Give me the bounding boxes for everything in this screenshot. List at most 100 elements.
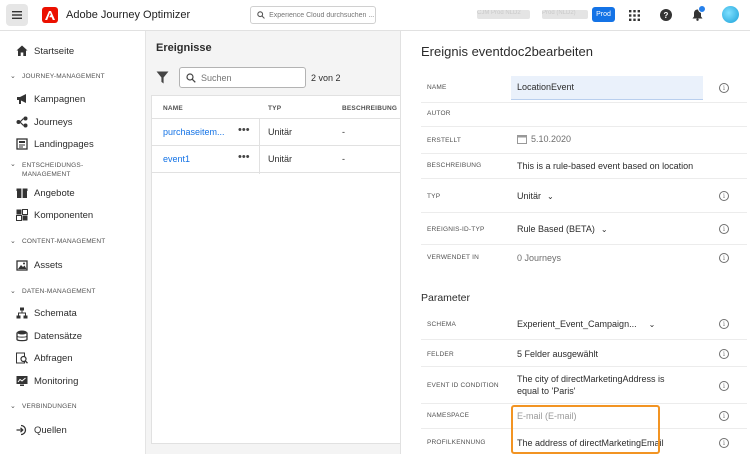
description-value[interactable]: This is a rule-based event based on loca…: [517, 160, 693, 172]
type-dropdown[interactable]: Unitär ⌄: [517, 190, 554, 203]
more-actions-icon[interactable]: •••: [238, 151, 250, 163]
sidebar-section-decision-management[interactable]: ⌄ ENTSCHEIDUNGS- MANAGEMENT: [10, 161, 83, 179]
global-search-input[interactable]: [269, 11, 375, 19]
profile-id-label: PROFILKENNUNG: [427, 439, 486, 446]
sidebar-item-home[interactable]: Startseite: [16, 44, 74, 58]
divider: [421, 244, 747, 245]
table-row[interactable]: event1 ••• Unitär -: [152, 145, 401, 172]
org-name[interactable]: CJM Prod NLD2: [477, 10, 530, 19]
dataset-icon: [16, 330, 28, 342]
name-label: NAME: [427, 84, 447, 91]
event-id-condition-label: EVENT ID CONDITION: [427, 382, 499, 389]
sidebar-section-content-management[interactable]: ⌄ CONTENT-MANAGEMENT: [10, 238, 105, 246]
type-label: TYP: [427, 193, 441, 200]
column-header-type[interactable]: TYP: [268, 105, 281, 112]
app-title: Adobe Journey Optimizer: [66, 9, 191, 21]
sidebar-section-connections[interactable]: ⌄ VERBINDUNGEN: [10, 403, 77, 411]
sandbox-name[interactable]: Prod (NLD2): [542, 10, 588, 19]
landing-page-icon: [16, 138, 28, 150]
event-type: Unitär: [268, 127, 293, 137]
chevron-down-icon: ⌄: [547, 192, 554, 201]
menu-icon[interactable]: [6, 4, 28, 26]
monitoring-icon: [16, 376, 28, 386]
events-table: NAME TYP BESCHREIBUNG purchaseitem... ••…: [151, 95, 401, 444]
created-label: ERSTELLT: [427, 137, 461, 144]
sidebar-item-journeys[interactable]: Journeys: [16, 115, 73, 129]
event-description: -: [342, 127, 345, 137]
divider: [421, 102, 747, 103]
author-label: AUTOR: [427, 110, 451, 117]
info-icon[interactable]: i: [719, 253, 729, 263]
column-header-description[interactable]: BESCHREIBUNG: [342, 105, 397, 112]
divider: [421, 126, 747, 127]
sidebar-item-sources[interactable]: Quellen: [16, 423, 67, 437]
name-value: LocationEvent: [517, 82, 575, 92]
apps-grid-icon[interactable]: [627, 8, 641, 22]
sidebar-item-monitoring[interactable]: Monitoring: [16, 374, 78, 388]
assets-icon: [16, 260, 28, 271]
column-header-name[interactable]: NAME: [163, 105, 183, 112]
chevron-down-icon: ⌄: [10, 161, 17, 168]
events-search[interactable]: [179, 67, 306, 88]
sidebar-item-datasets[interactable]: Datensätze: [16, 329, 82, 343]
column-divider: [259, 118, 260, 174]
global-search[interactable]: [250, 6, 377, 24]
event-id-condition-value[interactable]: The city of directMarketingAddress is equ…: [517, 373, 665, 397]
sidebar-item-offers[interactable]: Angebote: [16, 186, 75, 200]
sidebar-item-components[interactable]: Komponenten: [16, 208, 93, 222]
info-icon[interactable]: i: [719, 381, 729, 391]
adobe-logo-icon: [42, 7, 58, 23]
info-icon[interactable]: i: [719, 191, 729, 201]
divider: [421, 153, 747, 154]
parameters-title: Parameter: [421, 292, 471, 304]
journey-icon: [16, 116, 28, 128]
name-input[interactable]: LocationEvent: [511, 76, 703, 100]
chevron-down-icon: ⌄: [10, 73, 17, 80]
divider: [421, 366, 747, 367]
chevron-down-icon: ⌄: [10, 288, 17, 295]
sidebar-item-assets[interactable]: Assets: [16, 258, 63, 272]
detail-title: Ereignis eventdoc2bearbeiten: [421, 44, 594, 59]
events-search-input[interactable]: [201, 72, 301, 83]
divider: [421, 178, 747, 179]
event-name-link[interactable]: purchaseitem...: [163, 127, 225, 137]
home-icon: [16, 45, 28, 56]
info-icon[interactable]: i: [719, 438, 729, 448]
environment-badge[interactable]: Prod: [592, 7, 615, 22]
sources-icon: [16, 424, 27, 436]
components-icon: [16, 209, 28, 221]
sidebar-item-queries[interactable]: Abfragen: [16, 351, 73, 365]
namespace-label: NAMESPACE: [427, 412, 470, 419]
more-actions-icon[interactable]: •••: [238, 124, 250, 136]
events-list-panel: Ereignisse 2 von 2 NAME TYP BESCHREIBUNG…: [146, 31, 401, 454]
user-avatar[interactable]: [722, 6, 739, 23]
chevron-down-icon: ⌄: [10, 403, 17, 410]
description-label: BESCHREIBUNG: [427, 162, 482, 169]
info-icon[interactable]: i: [719, 319, 729, 329]
table-row[interactable]: purchaseitem... ••• Unitär -: [152, 118, 401, 145]
info-icon[interactable]: i: [719, 83, 729, 93]
event-name-link[interactable]: event1: [163, 154, 190, 164]
fields-label: FELDER: [427, 351, 454, 358]
schema-dropdown[interactable]: Experient_Event_Campaign... ⌄: [517, 318, 655, 331]
info-icon[interactable]: i: [719, 224, 729, 234]
sidebar-section-journey-management[interactable]: ⌄ JOURNEY-MANAGEMENT: [10, 73, 105, 81]
sidebar-section-data-management[interactable]: ⌄ DATEN-MANAGEMENT: [10, 288, 96, 296]
info-icon[interactable]: i: [719, 349, 729, 359]
filter-icon[interactable]: [156, 71, 169, 84]
svg-text:?: ?: [664, 11, 669, 20]
info-icon[interactable]: i: [719, 411, 729, 421]
sidebar-item-campaigns[interactable]: Kampagnen: [16, 92, 85, 106]
schema-label: SCHEMA: [427, 321, 457, 328]
created-value: 5.10.2020: [531, 134, 572, 144]
search-icon: [186, 72, 196, 83]
fields-value[interactable]: 5 Felder ausgewählt: [517, 348, 598, 360]
sidebar-item-schemas[interactable]: Schemata: [16, 306, 77, 320]
chevron-down-icon: ⌄: [10, 238, 17, 245]
sidebar-item-landing-pages[interactable]: Landingpages: [16, 137, 94, 151]
event-id-type-dropdown[interactable]: Rule Based (BETA) ⌄: [517, 223, 608, 236]
chevron-down-icon: ⌄: [600, 225, 608, 234]
help-icon[interactable]: ?: [659, 8, 673, 22]
highlight-box: [511, 405, 660, 454]
offer-icon: [16, 188, 28, 198]
